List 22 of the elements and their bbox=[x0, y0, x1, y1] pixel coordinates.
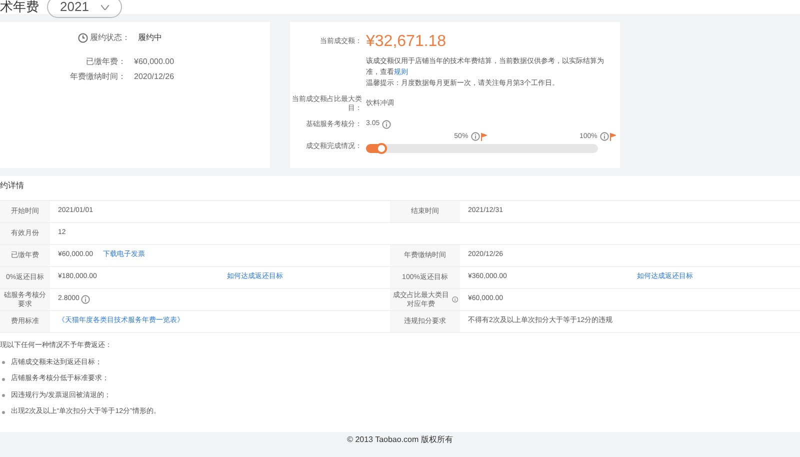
field-label: 已缴年费： bbox=[85, 56, 126, 68]
flag-icon bbox=[481, 132, 488, 141]
bullet-icon bbox=[2, 361, 5, 364]
field-label: 履约状态： bbox=[90, 32, 130, 44]
clock-icon bbox=[78, 33, 88, 43]
bullet-icon bbox=[2, 378, 5, 381]
status-value: 履约中 bbox=[138, 32, 162, 44]
section-title: 约详情 bbox=[0, 180, 25, 192]
flag-icon bbox=[610, 132, 616, 141]
bullet-icon bbox=[2, 394, 5, 398]
field-label: 年费缴纳时间： bbox=[69, 71, 126, 83]
info-icon bbox=[382, 120, 391, 129]
page-title: 术年费 bbox=[0, 0, 39, 16]
bullet-icon bbox=[2, 410, 5, 414]
caret-icon bbox=[100, 4, 109, 10]
info-icon bbox=[471, 132, 480, 142]
footer-text: © 2013 Taobao.com 版权所有 bbox=[347, 435, 453, 444]
field-value: ¥60,000.00 bbox=[134, 56, 174, 68]
year-select[interactable]: 2021 bbox=[47, 0, 122, 18]
field-value: 2020/12/26 bbox=[134, 71, 174, 83]
info-icon bbox=[600, 132, 610, 142]
amount-value: ¥32,671.18 bbox=[366, 32, 446, 52]
